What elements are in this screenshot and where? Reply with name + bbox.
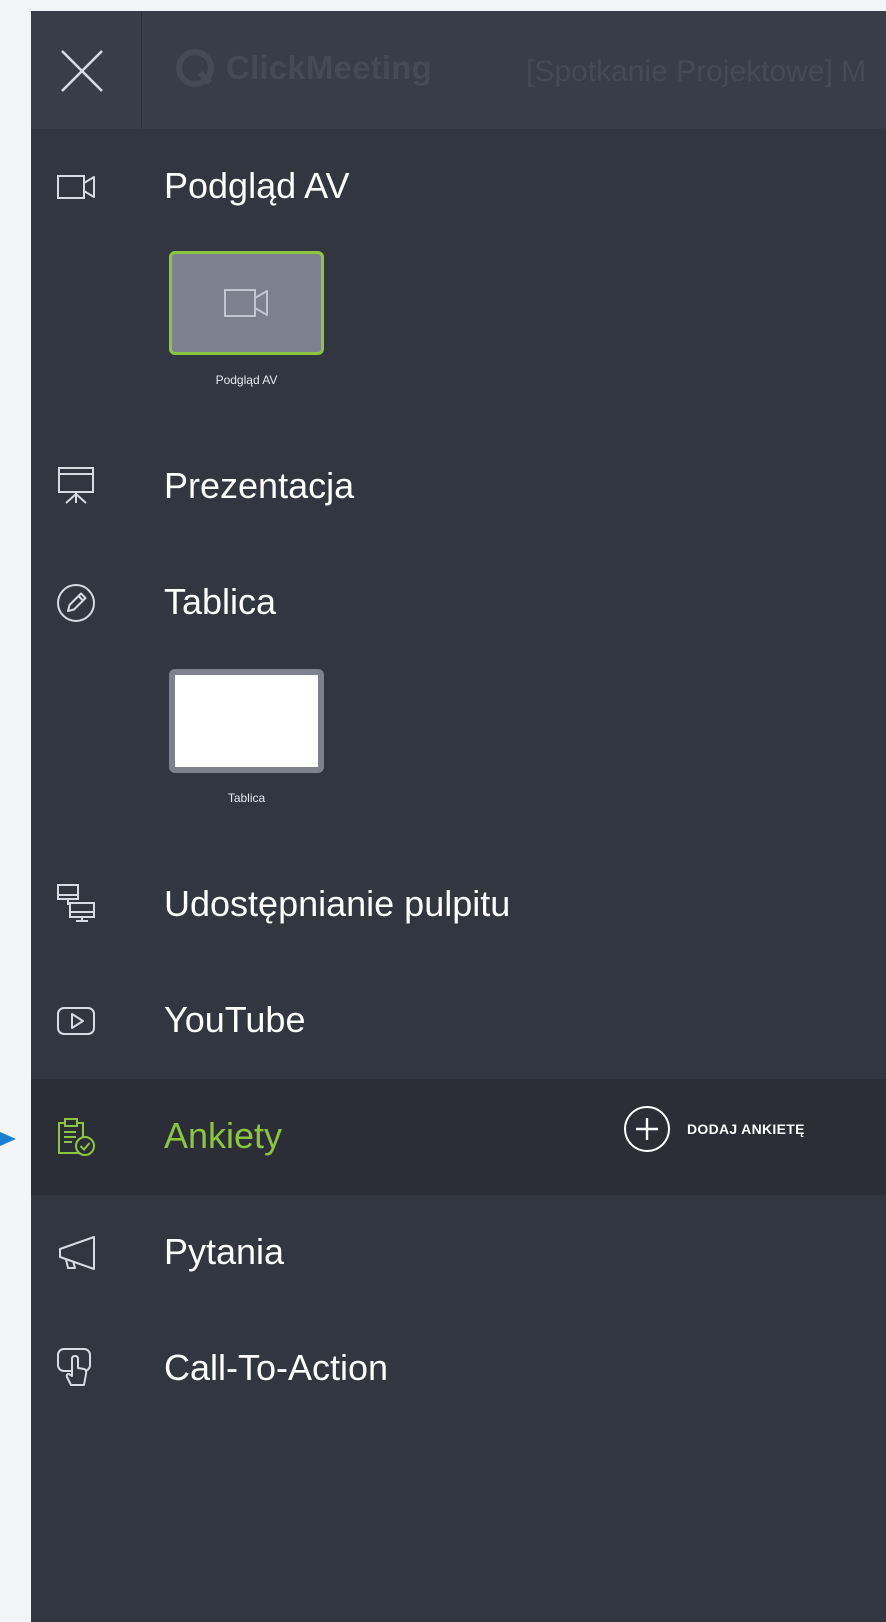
av-preview-thumbnail[interactable]	[169, 251, 324, 355]
brand-logo: ClickMeeting	[176, 49, 432, 87]
desktop-share-icon	[57, 884, 95, 922]
add-poll-label: DODAJ ANKIETĘ	[687, 1121, 805, 1137]
menu-item-label: Ankiety	[164, 1115, 283, 1156]
menu-item-label: Call-To-Action	[164, 1347, 389, 1388]
av-preview-thumbnail-caption: Podgląd AV	[215, 373, 278, 387]
close-button[interactable]	[31, 11, 142, 129]
whiteboard-thumbnail-caption: Tablica	[227, 791, 266, 805]
megaphone-icon	[59, 1236, 95, 1270]
menu-item-screen-share[interactable]: Udostępnianie pulpitu	[31, 847, 886, 963]
add-poll-button[interactable]: DODAJ ANKIETĘ	[623, 1105, 805, 1153]
pencil-circle-icon	[57, 584, 95, 622]
side-menu-panel: ClickMeeting [Spotkanie Projektowe] M Po…	[31, 11, 886, 1622]
top-bar: ClickMeeting [Spotkanie Projektowe] M	[31, 11, 886, 129]
menu-item-av-preview[interactable]: Podgląd AV	[31, 129, 886, 245]
menu-item-label: Tablica	[164, 581, 277, 622]
meeting-title: [Spotkanie Projektowe] M	[526, 55, 867, 88]
brand-name: ClickMeeting	[226, 49, 432, 86]
clipboard-check-icon	[58, 1118, 95, 1156]
menu-item-questions[interactable]: Pytania	[31, 1195, 886, 1311]
hand-pointer-icon	[57, 1348, 91, 1386]
menu-item-call-to-action[interactable]: Call-To-Action	[31, 1311, 886, 1427]
close-icon	[61, 50, 103, 92]
menu-item-whiteboard[interactable]: Tablica	[31, 545, 886, 661]
camera-icon	[224, 289, 268, 317]
menu-item-label: YouTube	[164, 999, 306, 1040]
menu-item-presentation[interactable]: Prezentacja	[31, 429, 886, 545]
menu-item-label: Prezentacja	[164, 465, 355, 506]
clickmeeting-logo-icon	[176, 49, 214, 87]
plus-circle-icon	[624, 1106, 670, 1152]
play-button-icon	[57, 1007, 95, 1035]
menu-item-label: Podgląd AV	[164, 165, 350, 206]
menu-item-youtube[interactable]: YouTube	[31, 963, 886, 1079]
presentation-board-icon	[58, 467, 94, 504]
menu-item-label: Pytania	[164, 1231, 285, 1272]
camera-icon	[57, 175, 95, 199]
menu-item-label: Udostępnianie pulpitu	[164, 883, 511, 924]
whiteboard-thumbnail[interactable]	[169, 669, 324, 773]
pointer-arrow-icon	[0, 1132, 16, 1146]
